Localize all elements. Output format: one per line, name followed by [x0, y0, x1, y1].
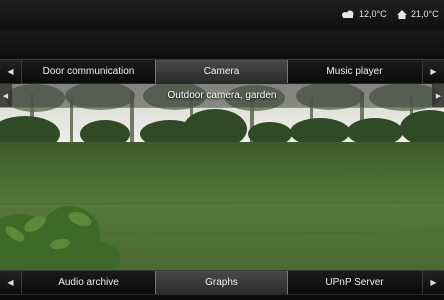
indoor-temperature-value: 21,0°C: [411, 9, 439, 19]
camera-title-bar: ◀ Outdoor camera, garden ▶: [0, 84, 444, 108]
tab-upnp-server[interactable]: UPnP Server: [288, 271, 421, 294]
outdoor-temperature: 12,0°C: [341, 9, 387, 19]
outdoor-temperature-value: 12,0°C: [359, 9, 387, 19]
indoor-temperature: 21,0°C: [397, 9, 439, 19]
outdoor-weather-icon: [342, 10, 354, 18]
tab-door-communication[interactable]: Door communication: [22, 60, 155, 83]
next-camera-button[interactable]: ▶: [432, 84, 444, 107]
top-tab-bar: ◀ Door communication Camera Music player…: [0, 59, 444, 84]
tab-camera[interactable]: Camera: [155, 60, 288, 83]
bottom-tabs-next-button[interactable]: ▶: [422, 271, 444, 294]
camera-view: ◀ Outdoor camera, garden ▶: [0, 84, 444, 270]
bottom-tab-bar: ◀ Audio archive Graphs UPnP Server ▶: [0, 270, 444, 295]
header-band: [0, 30, 444, 59]
tab-music-player[interactable]: Music player: [288, 60, 421, 83]
camera-feed-image: [0, 84, 444, 270]
top-tabs-prev-button[interactable]: ◀: [0, 60, 22, 83]
camera-title: Outdoor camera, garden: [167, 90, 277, 101]
tab-audio-archive[interactable]: Audio archive: [22, 271, 155, 294]
footer-strip: [0, 295, 444, 300]
status-bar: 12,0°C 21,0°C: [0, 0, 444, 30]
bottom-tabs-prev-button[interactable]: ◀: [0, 271, 22, 294]
home-icon: [397, 9, 407, 19]
top-tabs-next-button[interactable]: ▶: [422, 60, 444, 83]
tab-graphs[interactable]: Graphs: [155, 271, 288, 294]
